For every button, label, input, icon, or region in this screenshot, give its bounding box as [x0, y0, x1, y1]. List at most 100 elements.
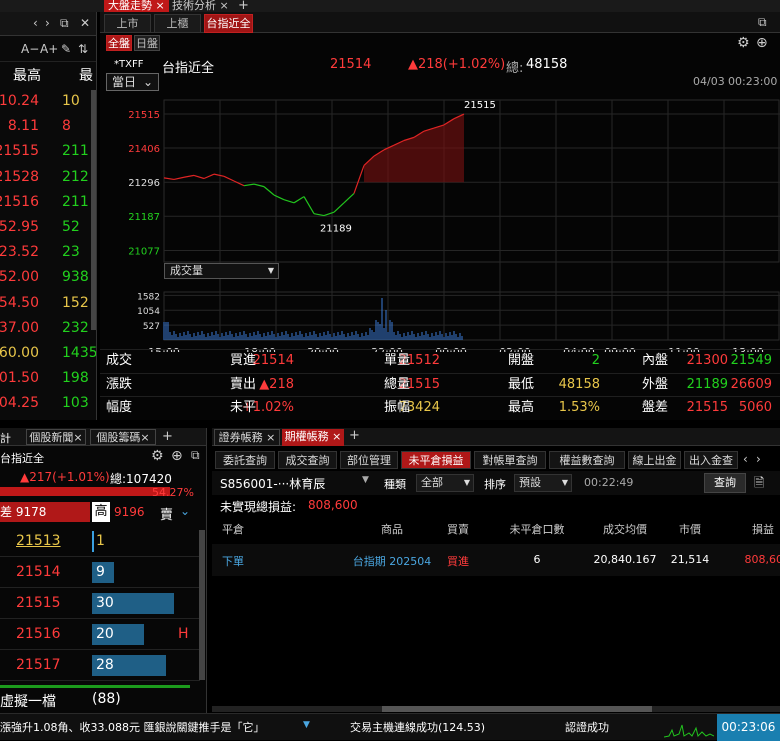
subtab-item[interactable]: 線上出金: [628, 451, 681, 469]
last-price: 21514: [330, 57, 372, 72]
chevron-down-icon[interactable]: ⌄: [180, 504, 190, 518]
next-col-value: 8: [62, 118, 71, 135]
next-col-value: 211: [62, 143, 89, 160]
list-item[interactable]: 201.50 198: [0, 367, 96, 392]
table-row[interactable]: 下單台指期 202504買進620,840.16721,514808,600: [212, 544, 780, 576]
period-select[interactable]: 當日 ⌄: [106, 73, 159, 91]
list-item[interactable]: 21528 212: [0, 166, 96, 191]
total-volume: 48158: [526, 57, 568, 72]
tab-calc[interactable]: 計: [0, 430, 11, 446]
list-item[interactable]: 460.00 1435: [0, 342, 96, 367]
day-session-button[interactable]: 日盤: [134, 35, 160, 51]
tab-stock-news[interactable]: 個股新聞×: [26, 429, 86, 445]
add-circle-icon[interactable]: ⊕: [756, 35, 768, 51]
price-change: ▲218(+1.02%): [408, 57, 506, 72]
add-tab-button[interactable]: +: [162, 429, 173, 444]
subtab-item[interactable]: 出入金查: [684, 451, 738, 469]
popout-icon[interactable]: ⧉: [191, 448, 200, 463]
tab-futures-account[interactable]: 期權帳務 ×: [282, 429, 344, 446]
tab-taiex-futures[interactable]: 台指近全: [204, 14, 253, 33]
ask-row[interactable]: 21517 28: [0, 650, 200, 681]
spread-text: 差 9178: [0, 505, 47, 519]
gear-icon[interactable]: ⚙: [151, 448, 164, 464]
export-icon[interactable]: 🗎: [754, 474, 764, 496]
list-item[interactable]: 23.52 23: [0, 241, 96, 266]
tab-market-trend[interactable]: 大盤走勢 ×: [104, 0, 169, 12]
caret-down-icon[interactable]: ▼: [303, 720, 310, 730]
list-item[interactable]: 21516 211: [0, 191, 96, 216]
tab-listed[interactable]: 上市: [104, 14, 151, 33]
subtab-item[interactable]: 委託查詢: [215, 451, 275, 469]
symbol-name: 台指近全: [0, 452, 44, 465]
tab-technical[interactable]: 技術分析 ×: [172, 0, 229, 11]
query-button[interactable]: 查詢: [704, 473, 746, 493]
gear-icon[interactable]: ⚙: [737, 35, 750, 51]
list-item[interactable]: 10.24 10: [0, 90, 96, 115]
list-item[interactable]: 54.50 152: [0, 292, 96, 317]
market-tabs: 上市 上櫃 台指近全 ⧉: [100, 12, 780, 33]
sort-label: 排序: [484, 478, 506, 491]
close-icon[interactable]: ✕: [80, 16, 90, 30]
chevron-left-icon[interactable]: ‹: [743, 452, 748, 466]
sell-label[interactable]: 賣: [160, 504, 173, 523]
ask-row[interactable]: 21513 1: [0, 526, 200, 557]
ask-row[interactable]: 21515 30: [0, 588, 200, 619]
sort-icon[interactable]: ⇅: [78, 42, 88, 56]
total-label: 總:: [506, 61, 524, 76]
tab-stock-chips[interactable]: 個股籌碼×: [90, 429, 156, 445]
price-line-segment: [183, 174, 195, 178]
popout-icon[interactable]: ⧉: [758, 15, 767, 30]
ask-row[interactable]: 21516 20 H: [0, 619, 200, 650]
scrollbar[interactable]: [91, 90, 96, 330]
price-line-segment: [303, 196, 315, 215]
volume-tick-label: 1054: [137, 307, 160, 317]
chevron-right-icon[interactable]: ›: [756, 452, 761, 466]
edit-icon[interactable]: ✎: [61, 42, 71, 56]
next-col-value: 211: [62, 193, 89, 210]
ask-price: 21516: [16, 626, 61, 642]
kind-select[interactable]: 全部 ▼: [416, 474, 474, 492]
list-item[interactable]: 104.25 103: [0, 392, 96, 417]
font-larger-button[interactable]: A+: [40, 42, 58, 56]
account-select[interactable]: S856001-···林育辰: [220, 475, 325, 492]
price-line-segment: [283, 199, 295, 204]
ask-qty: 20: [96, 626, 114, 642]
unrealized-pl-value: 808,600: [308, 498, 358, 512]
list-item[interactable]: 952.00 938: [0, 266, 96, 291]
list-item[interactable]: 52.95 52: [0, 216, 96, 241]
subtab-item[interactable]: 部位管理: [340, 451, 398, 469]
tab-otc[interactable]: 上櫃: [154, 14, 201, 33]
add-tab-button[interactable]: +: [349, 428, 360, 443]
font-smaller-button[interactable]: A−: [21, 42, 39, 56]
subtab-item[interactable]: 對帳單查詢: [474, 451, 546, 469]
ask-row[interactable]: 21514 9: [0, 557, 200, 588]
full-session-button[interactable]: 全盤: [106, 35, 132, 51]
high-price: 952.00: [0, 269, 39, 286]
order-link[interactable]: 下單: [222, 553, 262, 569]
chevron-right-icon[interactable]: ›: [45, 16, 50, 30]
subtab-item[interactable]: 成交查詢: [278, 451, 337, 469]
scrollbar[interactable]: [199, 530, 205, 680]
list-item[interactable]: 237.00 232: [0, 317, 96, 342]
chevron-left-icon[interactable]: ‹: [33, 16, 38, 30]
popout-icon[interactable]: ⧉: [60, 16, 69, 31]
sort-select[interactable]: 預設 ▼: [514, 474, 572, 492]
quote-label: 未平: [230, 400, 257, 415]
add-circle-icon[interactable]: ⊕: [171, 448, 183, 464]
list-item[interactable]: 21515 211: [0, 140, 96, 165]
subtab-item[interactable]: 未平倉損益: [401, 451, 471, 469]
quote-value: 21515: [686, 400, 728, 415]
chevron-down-icon[interactable]: ▼: [362, 475, 369, 485]
subtab-item[interactable]: 權益數查詢: [549, 451, 625, 469]
list-item[interactable]: 8.11 8: [0, 115, 96, 140]
price-line-segment: [163, 177, 175, 181]
tab-securities-account[interactable]: 證券帳務 ×: [214, 429, 280, 446]
news-ticker[interactable]: 漲強升1.08角、收33.088元 匯銀說關鍵推手是「它」: [0, 719, 264, 735]
high-price: 460.00: [0, 345, 39, 361]
volume-indicator-select[interactable]: 成交量 ▼: [164, 263, 279, 279]
filter-bar: S856001-···林育辰 ▼ 種類 全部 ▼ 排序 預設 ▼ 00:22:49 …: [212, 471, 780, 495]
horizontal-scrollbar[interactable]: [212, 706, 780, 712]
quote-label: 盤差: [642, 400, 669, 415]
next-col-value: 232: [62, 319, 89, 336]
column-header: 平倉: [222, 523, 244, 536]
